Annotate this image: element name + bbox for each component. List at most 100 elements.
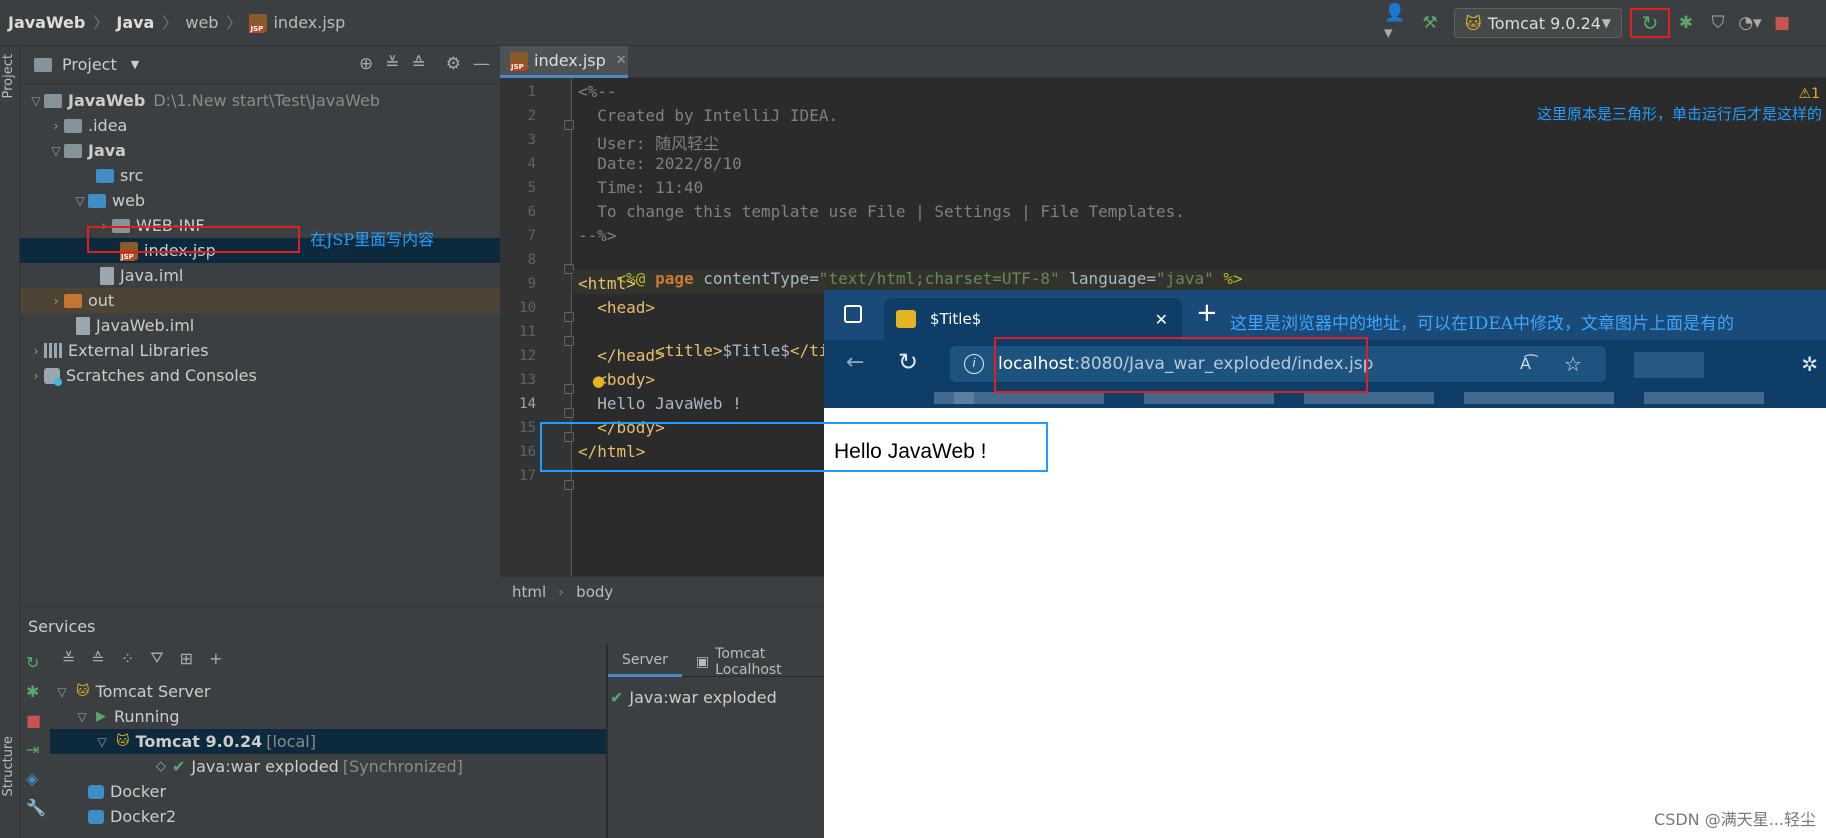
tree-item-javaweb-iml[interactable]: JavaWeb.iml bbox=[20, 313, 500, 338]
fold-marker-icon[interactable] bbox=[564, 384, 574, 394]
group-by-icon[interactable]: ⁘ bbox=[121, 649, 134, 668]
deploy-icon[interactable]: ⇥ bbox=[26, 740, 50, 759]
add-favorite-star-icon[interactable]: ☆ bbox=[1564, 352, 1582, 376]
code-line-5[interactable]: Time: 11:40 bbox=[578, 178, 703, 197]
rerun-button[interactable]: ↻ bbox=[1630, 8, 1670, 38]
hide-panel-icon[interactable]: — bbox=[473, 54, 490, 74]
tree-item-out[interactable]: › out bbox=[20, 288, 500, 313]
bookmark-blurred[interactable] bbox=[1644, 392, 1764, 404]
crumb-body[interactable]: body bbox=[576, 583, 613, 601]
code-line-10[interactable]: <head> bbox=[578, 298, 655, 317]
chevron-down-icon[interactable]: ▼ bbox=[131, 58, 139, 71]
fold-marker-icon[interactable] bbox=[564, 480, 574, 490]
back-arrow-icon[interactable]: ← bbox=[846, 350, 864, 375]
coverage-shield-icon[interactable]: ⛉ bbox=[1704, 9, 1732, 37]
code-line-9[interactable]: <html> bbox=[578, 274, 636, 293]
chevron-down-icon[interactable]: ▽ bbox=[48, 144, 64, 158]
services-item-docker2[interactable]: Docker2 bbox=[88, 804, 176, 829]
chevron-down-icon[interactable]: ▽ bbox=[54, 685, 70, 699]
code-line-7[interactable]: --%> bbox=[578, 226, 617, 245]
info-icon[interactable]: i bbox=[964, 354, 984, 374]
services-item-artifact[interactable]: ◇ ✔ Java:war exploded [Synchronized] bbox=[156, 754, 463, 779]
collapse-all-icon[interactable]: ≙ bbox=[412, 54, 426, 74]
debug-bug-icon[interactable]: ✱ bbox=[26, 682, 50, 701]
breadcrumb-folder[interactable]: web bbox=[185, 13, 218, 32]
deployment-item[interactable]: ✔ Java:war exploded bbox=[610, 685, 777, 710]
code-line-14[interactable]: Hello JavaWeb ! bbox=[578, 394, 742, 413]
user-icon[interactable]: 👤▾ bbox=[1384, 3, 1412, 43]
project-panel-title[interactable]: Project bbox=[62, 55, 117, 74]
tree-item-idea[interactable]: › .idea bbox=[20, 113, 500, 138]
collapse-all-icon[interactable]: ≙ bbox=[91, 649, 104, 668]
extensions-puzzle-icon[interactable]: ✲ bbox=[1801, 352, 1818, 376]
chevron-down-icon[interactable]: ▽ bbox=[94, 735, 110, 749]
code-line-6[interactable]: To change this template use File | Setti… bbox=[578, 202, 1185, 221]
tree-item-java-iml[interactable]: Java.iml bbox=[20, 263, 500, 288]
services-item-tomcat-instance[interactable]: ▽ 🐱 Tomcat 9.0.24 [local] bbox=[50, 729, 606, 754]
stop-icon[interactable]: ■ bbox=[1768, 9, 1796, 37]
fold-marker-icon[interactable] bbox=[564, 120, 574, 130]
code-line-1[interactable]: <%-- bbox=[578, 82, 617, 101]
profiler-icon[interactable]: ◔▾ bbox=[1736, 9, 1764, 37]
docker-icon[interactable]: ◈ bbox=[26, 769, 50, 788]
breadcrumb-file[interactable]: index.jsp bbox=[273, 13, 345, 32]
tree-item-scratches[interactable]: › Scratches and Consoles bbox=[20, 363, 500, 388]
warning-indicator[interactable]: ⚠1 bbox=[1799, 86, 1820, 102]
code-line-2[interactable]: Created by IntelliJ IDEA. bbox=[578, 106, 838, 125]
wrench-icon[interactable]: 🔧 bbox=[26, 798, 50, 817]
bookmark-blurred[interactable] bbox=[1464, 392, 1614, 404]
close-icon[interactable]: ✕ bbox=[1155, 310, 1168, 329]
services-item-running[interactable]: ▽ ▶ Running bbox=[74, 704, 179, 729]
stop-icon[interactable]: ■ bbox=[26, 711, 50, 730]
new-tab-icon[interactable]: ⊞ bbox=[180, 649, 193, 668]
chevron-right-icon[interactable]: › bbox=[48, 119, 64, 133]
tab-tomcat-localhost[interactable]: ▣ Tomcat Localhost bbox=[682, 646, 826, 678]
add-icon[interactable]: + bbox=[209, 649, 222, 668]
crumb-html[interactable]: html bbox=[512, 583, 546, 601]
services-item-tomcat-server[interactable]: ▽ 🐱 Tomcat Server bbox=[54, 679, 210, 704]
tree-item-external-libraries[interactable]: › External Libraries bbox=[20, 338, 500, 363]
locate-target-icon[interactable]: ⊕ bbox=[359, 54, 373, 74]
tree-item-web[interactable]: ▽ web bbox=[20, 188, 500, 213]
debug-bug-icon[interactable]: ✱ bbox=[1672, 9, 1700, 37]
expand-all-icon[interactable]: ≚ bbox=[385, 54, 399, 74]
tree-item-javaweb[interactable]: ▽ JavaWeb D:\1.New start\Test\JavaWeb bbox=[20, 88, 500, 113]
lightbulb-icon[interactable]: ● bbox=[592, 372, 605, 390]
browser-tab[interactable]: $Title$ ✕ bbox=[884, 298, 1182, 340]
code-line-12[interactable]: </head> bbox=[578, 346, 664, 365]
code-line-3[interactable]: User: 随风轻尘 bbox=[578, 130, 719, 154]
rerun-icon[interactable]: ↻ bbox=[26, 653, 50, 672]
gear-icon[interactable]: ⚙ bbox=[446, 54, 461, 74]
editor-tab-index-jsp[interactable]: index.jsp ✕ bbox=[500, 46, 628, 78]
tab-server[interactable]: Server bbox=[608, 647, 682, 677]
chevron-right-icon[interactable]: › bbox=[48, 294, 64, 308]
chevron-right-icon[interactable]: › bbox=[28, 369, 44, 383]
chevron-right-icon[interactable]: › bbox=[28, 344, 44, 358]
bookmark-blurred[interactable] bbox=[1304, 392, 1434, 404]
tree-item-src[interactable]: src bbox=[20, 163, 500, 188]
filter-icon[interactable]: ⛛ bbox=[150, 648, 163, 668]
tree-item-java[interactable]: ▽ Java bbox=[20, 138, 500, 163]
fold-marker-icon[interactable] bbox=[564, 312, 574, 322]
close-icon[interactable]: ✕ bbox=[616, 53, 627, 68]
bookmark-blurred[interactable] bbox=[1144, 392, 1274, 404]
read-aloud-icon[interactable]: A͡ bbox=[1520, 354, 1531, 373]
chevron-down-icon[interactable]: ▽ bbox=[74, 710, 90, 724]
fold-marker-icon[interactable] bbox=[564, 408, 574, 418]
chevron-down-icon[interactable]: ▽ bbox=[72, 194, 88, 208]
reload-icon[interactable]: ↻ bbox=[898, 348, 918, 376]
fold-marker-icon[interactable] bbox=[564, 336, 574, 346]
structure-tool-tab[interactable]: Structure bbox=[1, 736, 16, 796]
breadcrumb-project[interactable]: JavaWeb bbox=[8, 13, 85, 32]
chevron-down-icon[interactable]: ▽ bbox=[28, 94, 44, 108]
bookmark-blurred[interactable] bbox=[954, 392, 1104, 404]
build-hammer-icon[interactable]: ⚒ bbox=[1416, 9, 1444, 37]
expand-all-icon[interactable]: ≚ bbox=[62, 649, 75, 668]
code-line-13[interactable]: <body> bbox=[578, 370, 655, 389]
new-tab-plus-icon[interactable]: + bbox=[1196, 298, 1218, 328]
search-icon[interactable] bbox=[1800, 9, 1824, 37]
services-item-docker[interactable]: Docker bbox=[88, 779, 166, 804]
run-configuration-select[interactable]: 🐱 Tomcat 9.0.24 ▼ bbox=[1454, 8, 1622, 38]
project-tool-tab[interactable]: Project bbox=[1, 54, 16, 98]
code-line-4[interactable]: Date: 2022/8/10 bbox=[578, 154, 742, 173]
